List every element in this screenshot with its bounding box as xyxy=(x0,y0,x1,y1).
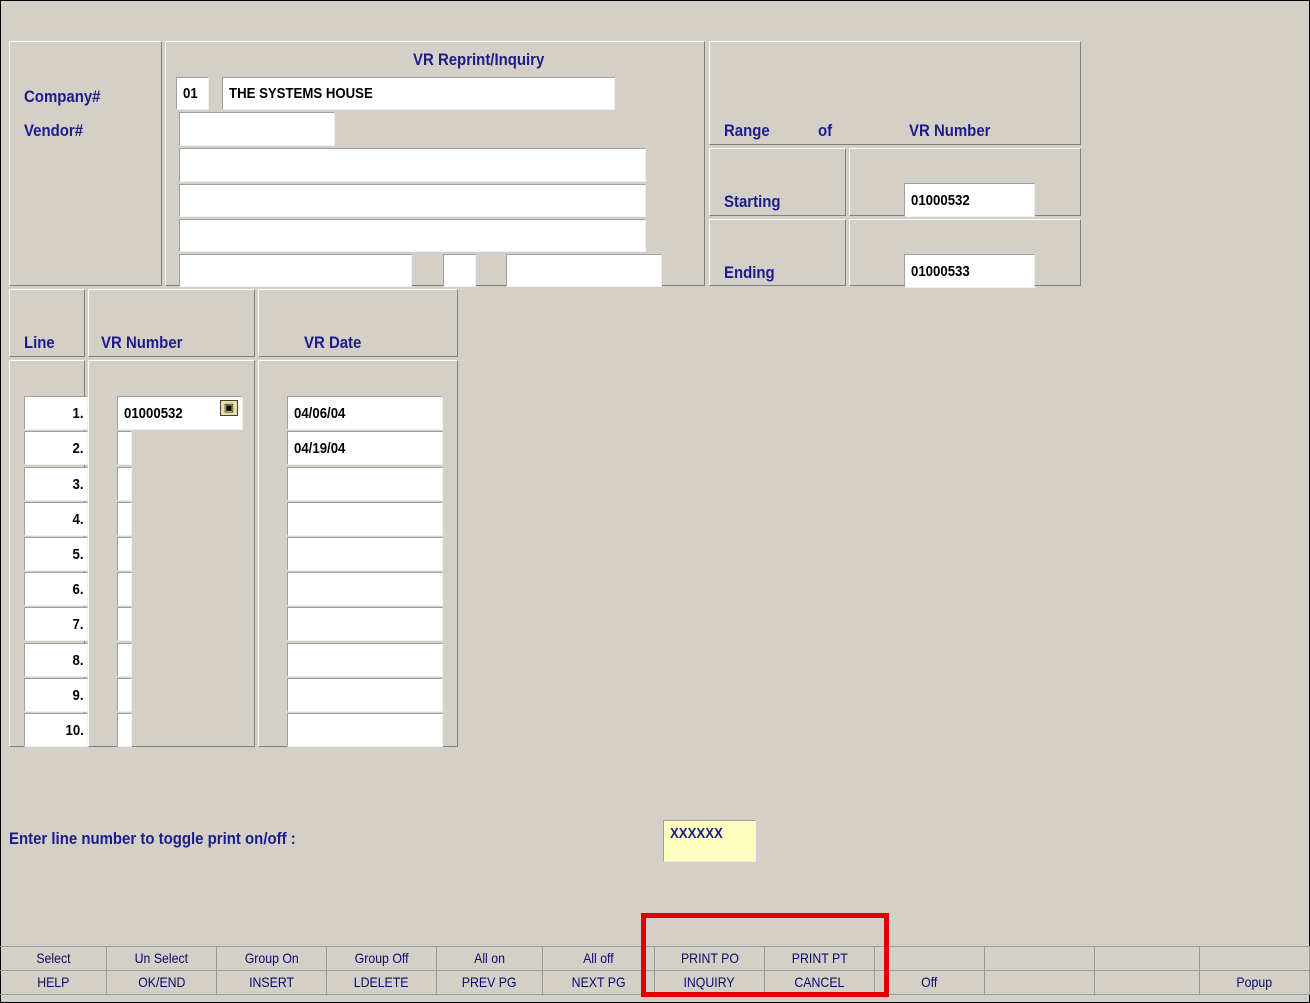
vr-number-cell[interactable] xyxy=(117,467,132,501)
fkey-top-9[interactable] xyxy=(875,947,985,970)
vendor-label: Vendor# xyxy=(24,121,84,140)
vendor-address2-field xyxy=(179,219,646,252)
vendor-state-field xyxy=(443,254,476,287)
line-number-cell[interactable]: 9. xyxy=(24,678,88,712)
vr-number-column-header: VR Number xyxy=(101,333,183,352)
fkey-top-12[interactable] xyxy=(1200,947,1310,970)
starting-label: Starting xyxy=(724,192,781,211)
vr-number-cell[interactable] xyxy=(117,502,132,536)
starting-vr-field[interactable]: 01000532 xyxy=(904,183,1035,217)
highlight-box xyxy=(641,913,889,997)
fkey-bottom-9[interactable]: Off xyxy=(875,971,985,994)
company-name-field: THE SYSTEMS HOUSE xyxy=(222,77,615,110)
vr-date-cell xyxy=(287,502,443,536)
vr-date-column-header: VR Date xyxy=(304,333,362,352)
fkey-bottom-4[interactable]: LDELETE xyxy=(327,971,437,994)
line-number-cell[interactable]: 1. xyxy=(24,396,88,430)
fkey-top-3[interactable]: Group On xyxy=(217,947,327,970)
fkey-top-2[interactable]: Un Select xyxy=(107,947,217,970)
line-number-cell[interactable]: 4. xyxy=(24,502,88,536)
fkey-top-1[interactable]: Select xyxy=(0,947,107,970)
company-number-field[interactable]: 01 xyxy=(176,77,209,110)
fkey-top-4[interactable]: Group Off xyxy=(327,947,437,970)
fkey-bottom-5[interactable]: PREV PG xyxy=(437,971,543,994)
vr-number-cell[interactable] xyxy=(117,537,132,571)
fkey-bottom-12[interactable]: Popup xyxy=(1200,971,1310,994)
line-number-input[interactable]: XXXXXX xyxy=(663,820,756,862)
vr-date-cell xyxy=(287,713,443,747)
vr-date-cell xyxy=(287,572,443,606)
ending-vr-field[interactable]: 01000533 xyxy=(904,254,1035,288)
vr-date-cell xyxy=(287,467,443,501)
fkey-bottom-2[interactable]: OK/END xyxy=(107,971,217,994)
fkey-top-5[interactable]: All on xyxy=(437,947,543,970)
vr-date-cell: 04/19/04 xyxy=(287,431,443,465)
fkey-top-6[interactable]: All off xyxy=(543,947,655,970)
range-vr-number-label: VR Number xyxy=(909,121,991,140)
line-column-header: Line xyxy=(24,333,55,352)
line-number-cell[interactable]: 5. xyxy=(24,537,88,571)
company-label: Company# xyxy=(24,87,101,106)
ending-label: Ending xyxy=(724,263,775,282)
vr-number-cell[interactable] xyxy=(117,713,132,747)
vr-number-cell[interactable] xyxy=(117,678,132,712)
vendor-zip-field xyxy=(506,254,662,287)
of-label: of xyxy=(818,121,833,140)
line-number-cell[interactable]: 7. xyxy=(24,607,88,641)
vr-number-cell[interactable] xyxy=(117,643,132,677)
fkey-top-11[interactable] xyxy=(1095,947,1200,970)
fkey-bottom-11[interactable] xyxy=(1095,971,1200,994)
line-number-cell[interactable]: 6. xyxy=(24,572,88,606)
page-title: VR Reprint/Inquiry xyxy=(413,50,545,69)
vendor-name-field xyxy=(179,148,646,182)
vr-date-cell xyxy=(287,678,443,712)
labels-panel xyxy=(9,41,162,286)
line-number-cell[interactable]: 3. xyxy=(24,467,88,501)
vr-date-cell xyxy=(287,607,443,641)
line-number-cell[interactable]: 2. xyxy=(24,431,88,465)
fkey-bottom-1[interactable]: HELP xyxy=(0,971,107,994)
camera-icon[interactable]: ▣ xyxy=(220,400,238,416)
fkey-top-10[interactable] xyxy=(985,947,1095,970)
vr-number-cell[interactable] xyxy=(117,607,132,641)
vr-number-cell[interactable] xyxy=(117,431,132,465)
fkey-bottom-10[interactable] xyxy=(985,971,1095,994)
vr-number-cell[interactable] xyxy=(117,572,132,606)
fkey-bottom-6[interactable]: NEXT PG xyxy=(543,971,655,994)
vendor-number-field[interactable] xyxy=(179,112,335,146)
toggle-print-prompt: Enter line number to toggle print on/off… xyxy=(9,829,296,848)
line-number-cell[interactable]: 8. xyxy=(24,643,88,677)
fkey-bottom-3[interactable]: INSERT xyxy=(217,971,327,994)
vr-date-cell xyxy=(287,643,443,677)
vendor-city-field xyxy=(179,254,412,287)
vendor-address1-field xyxy=(179,184,646,217)
line-number-cell[interactable]: 10. xyxy=(24,713,88,747)
vr-date-cell xyxy=(287,537,443,571)
range-label: Range xyxy=(724,121,770,140)
vr-date-cell: 04/06/04 xyxy=(287,396,443,430)
